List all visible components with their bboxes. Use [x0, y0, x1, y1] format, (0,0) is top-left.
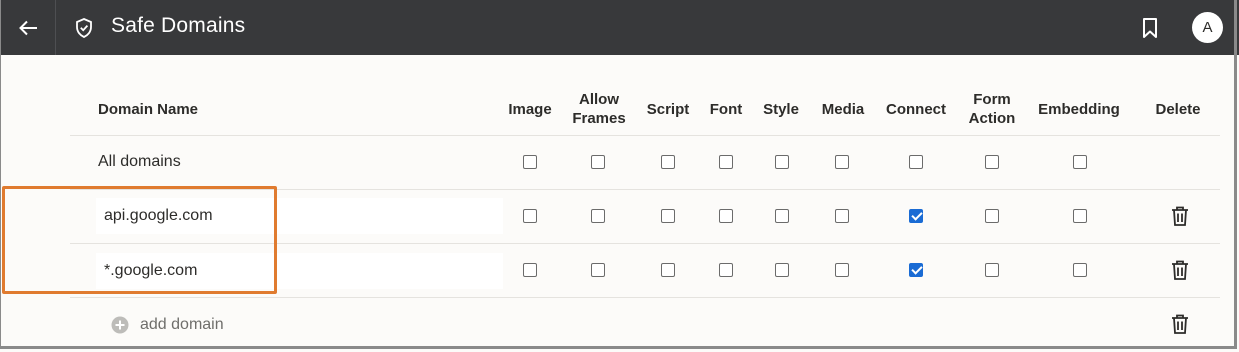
shield-icon [76, 18, 92, 38]
avatar[interactable]: A [1192, 12, 1223, 43]
checkbox-image[interactable] [523, 155, 537, 169]
highlight-box [2, 186, 277, 294]
checkbox-style[interactable] [775, 263, 789, 277]
header-divider [70, 135, 1220, 136]
checkbox-font[interactable] [719, 263, 733, 277]
checkbox-script[interactable] [661, 155, 675, 169]
col-header-form-action: Form Action [963, 90, 1021, 128]
topbar-divider [55, 0, 56, 55]
col-header-allow-frames-line1: Allow [579, 91, 619, 108]
checkbox-connect[interactable] [909, 263, 923, 277]
col-header-font: Font [709, 101, 743, 118]
col-header-allow-frames: Allow Frames [566, 90, 632, 128]
col-header-allow-frames-line2: Frames [572, 110, 626, 127]
checkbox-form-action[interactable] [985, 209, 999, 223]
page-title: Safe Domains [111, 14, 246, 37]
checkbox-allow-frames[interactable] [591, 263, 605, 277]
col-header-image: Image [508, 101, 552, 118]
row-domain-label: All domains [98, 153, 181, 170]
col-header-form-action-line2: Action [968, 110, 1016, 127]
checkbox-embedding[interactable] [1073, 155, 1087, 169]
checkbox-image[interactable] [523, 263, 537, 277]
checkbox-style[interactable] [775, 155, 789, 169]
col-header-embedding: Embedding [1038, 101, 1120, 118]
checkbox-media[interactable] [835, 155, 849, 169]
checkbox-media[interactable] [835, 209, 849, 223]
col-header-style: Style [763, 101, 799, 118]
trash-icon[interactable] [1171, 314, 1189, 334]
checkbox-script[interactable] [661, 209, 675, 223]
checkbox-media[interactable] [835, 263, 849, 277]
trash-icon[interactable] [1171, 206, 1189, 226]
back-button[interactable] [0, 0, 55, 55]
add-domain-button[interactable]: add domain [111, 316, 224, 334]
top-bar: Safe Domains A [0, 0, 1239, 55]
checkbox-allow-frames[interactable] [591, 209, 605, 223]
col-header-form-action-line1: Form [973, 91, 1011, 108]
checkbox-connect[interactable] [909, 209, 923, 223]
col-header-connect: Connect [886, 101, 946, 118]
add-circle-icon [111, 316, 129, 334]
row-divider [70, 297, 1220, 298]
col-header-delete: Delete [1155, 101, 1201, 118]
col-header-media: Media [821, 101, 865, 118]
checkbox-allow-frames[interactable] [591, 155, 605, 169]
col-header-domain-name: Domain Name [98, 101, 199, 118]
add-domain-label: add domain [140, 316, 224, 333]
checkbox-font[interactable] [719, 155, 733, 169]
checkbox-form-action[interactable] [985, 155, 999, 169]
trash-icon[interactable] [1171, 260, 1189, 280]
checkbox-form-action[interactable] [985, 263, 999, 277]
checkbox-embedding[interactable] [1073, 209, 1087, 223]
checkbox-script[interactable] [661, 263, 675, 277]
back-arrow-icon [18, 20, 37, 35]
checkbox-image[interactable] [523, 209, 537, 223]
checkbox-connect[interactable] [909, 155, 923, 169]
checkbox-style[interactable] [775, 209, 789, 223]
bookmark-icon[interactable] [1141, 17, 1159, 39]
col-header-script: Script [646, 101, 690, 118]
checkbox-embedding[interactable] [1073, 263, 1087, 277]
checkbox-font[interactable] [719, 209, 733, 223]
